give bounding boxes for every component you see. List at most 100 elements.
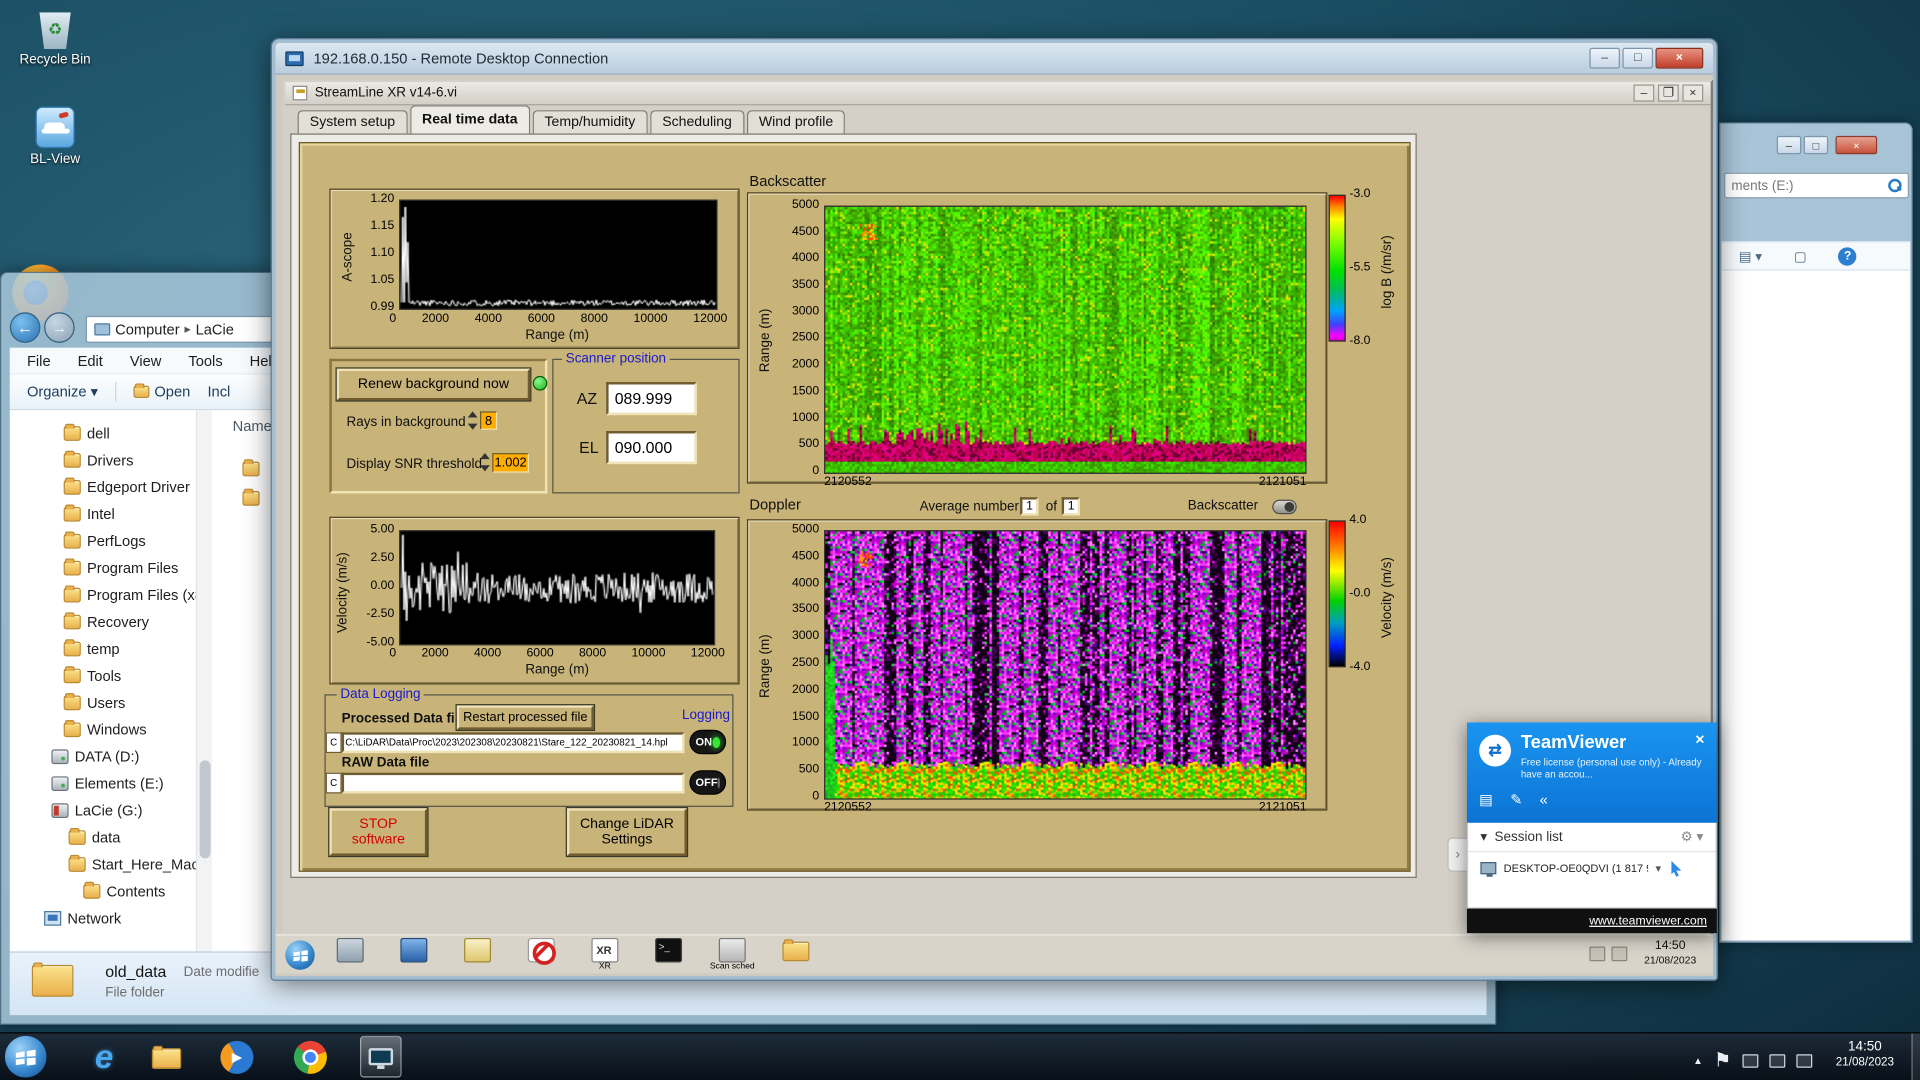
monitors-icon[interactable]: ▤ <box>1479 791 1493 808</box>
tree-item[interactable]: Intel <box>10 501 196 528</box>
tree-item[interactable]: Tools <box>10 662 196 689</box>
media-player-icon[interactable]: ▶ <box>220 1041 253 1074</box>
close-button[interactable]: × <box>1682 84 1703 101</box>
tree-item[interactable]: Users <box>10 689 196 716</box>
tree-item[interactable]: Drivers <box>10 447 196 474</box>
tab[interactable]: Temp/humidity <box>532 110 647 133</box>
show-desktop-button[interactable] <box>1911 1033 1920 1080</box>
show-hidden-icons-button[interactable]: ▲ <box>1693 1055 1703 1066</box>
tree-item[interactable]: Program Files (x8 <box>10 582 196 609</box>
tab[interactable]: Scheduling <box>650 110 744 133</box>
processed-logging-toggle[interactable]: ON <box>689 730 726 754</box>
tray-keyboard-icon[interactable] <box>1742 1054 1758 1067</box>
tree-item[interactable]: Contents <box>10 878 196 905</box>
start-button[interactable] <box>5 1036 47 1078</box>
remote-taskbar-icon[interactable] <box>329 938 371 972</box>
remote-clock[interactable]: 14:50 21/08/2023 <box>1635 939 1706 966</box>
tab[interactable]: System setup <box>298 110 408 133</box>
rdp-titlebar[interactable]: 192.168.0.150 - Remote Desktop Connectio… <box>276 43 1714 75</box>
tree-item[interactable]: data <box>10 824 196 851</box>
remote-taskbar-icon[interactable] <box>775 938 817 972</box>
tree-item[interactable]: PerfLogs <box>10 528 196 555</box>
tree-item[interactable]: DATA (D:) <box>10 743 196 770</box>
minimize-button[interactable]: – <box>1777 136 1801 154</box>
tree-item[interactable]: LaCie (G:) <box>10 797 196 824</box>
host-clock[interactable]: 14:50 21/08/2023 <box>1820 1038 1911 1070</box>
panel-expander[interactable]: › <box>1447 838 1467 872</box>
gear-icon[interactable]: ⚙ ▾ <box>1681 829 1704 845</box>
session-list-row[interactable]: ▾ Session list ⚙ ▾ <box>1468 823 1715 852</box>
az-value[interactable]: 089.999 <box>606 382 697 415</box>
change-lidar-settings-button[interactable]: Change LiDARSettings <box>567 808 687 856</box>
tools-icon[interactable]: ✎ <box>1510 791 1522 808</box>
breadcrumb-folder[interactable]: LaCie <box>196 321 234 338</box>
caret-down-icon[interactable]: ▾ <box>1656 861 1662 874</box>
restart-processed-file-button[interactable]: Restart processed file <box>457 705 594 729</box>
menu-item[interactable]: View <box>130 352 162 369</box>
teamviewer-link[interactable]: www.teamviewer.com <box>1589 914 1707 927</box>
snr-value[interactable]: 1.002 <box>492 453 529 473</box>
tab[interactable]: Wind profile <box>747 110 846 133</box>
close-button[interactable]: × <box>1656 48 1704 69</box>
tree-item[interactable]: dell <box>10 420 196 447</box>
app-titlebar[interactable]: StreamLine XR v14-6.vi – ❐ × <box>285 82 1710 105</box>
backscatter-toggle[interactable] <box>1272 500 1296 515</box>
remote-cursor-icon[interactable] <box>1668 860 1683 877</box>
processed-drive-box[interactable]: C <box>326 732 342 753</box>
desktop-icon[interactable]: Recycle Bin <box>15 7 96 67</box>
minimize-button[interactable]: – <box>1589 48 1620 69</box>
remote-start-button[interactable] <box>285 940 314 969</box>
processed-path-field[interactable]: C:\LiDAR\Data\Proc\2023\202308\20230821\… <box>342 732 685 753</box>
tree-item[interactable]: Start_Here_Mac <box>10 851 196 878</box>
view-button[interactable]: ▤ ▾ <box>1739 248 1762 264</box>
tree-item[interactable]: Network <box>10 905 196 932</box>
tree-item[interactable]: temp <box>10 636 196 663</box>
raw-path-field[interactable] <box>342 773 685 794</box>
tree-scrollbar[interactable] <box>196 410 212 951</box>
tree-item[interactable]: Windows <box>10 716 196 743</box>
column-header-name[interactable]: Name <box>233 418 272 435</box>
minimize-button[interactable]: – <box>1633 84 1654 101</box>
close-button[interactable]: × <box>1836 136 1878 154</box>
remote-taskbar-icon[interactable] <box>648 938 690 972</box>
tree-item[interactable]: Program Files <box>10 555 196 582</box>
close-icon[interactable]: × <box>1695 730 1704 748</box>
chrome-icon[interactable] <box>294 1041 327 1074</box>
tree-item[interactable]: Elements (E:) <box>10 770 196 797</box>
breadcrumb-root[interactable]: Computer <box>115 321 180 338</box>
remote-taskbar-icon[interactable] <box>393 938 435 972</box>
tray-network-icon[interactable] <box>1611 947 1627 962</box>
scrollbar-thumb[interactable] <box>200 760 211 858</box>
remote-taskbar-icon[interactable] <box>457 938 499 972</box>
tab[interactable]: Real time data <box>410 105 530 133</box>
maximize-button[interactable]: □ <box>1622 48 1653 69</box>
el-value[interactable]: 090.000 <box>606 431 697 464</box>
rays-value[interactable]: 8 <box>480 411 497 429</box>
raw-logging-toggle[interactable]: OFF <box>689 770 726 794</box>
rays-spinner[interactable] <box>467 411 478 429</box>
forward-button[interactable]: → <box>44 312 75 343</box>
tree-item[interactable]: Edgeport Driver <box>10 474 196 501</box>
search-input[interactable]: ments (E:) <box>1724 173 1909 199</box>
tree-item[interactable]: Recovery <box>10 609 196 636</box>
remote-taskbar-icon[interactable]: XR <box>584 938 626 972</box>
average-of-value[interactable]: 1 <box>1062 497 1080 515</box>
tray-volume-icon[interactable] <box>1589 947 1605 962</box>
rdp-taskbar-button[interactable] <box>360 1036 402 1078</box>
organize-button[interactable]: Organize ▾ <box>27 383 98 400</box>
renew-background-button[interactable]: Renew background now <box>337 369 530 401</box>
desktop-icon[interactable]: BL-View <box>15 107 96 167</box>
maximize-button[interactable]: □ <box>1804 136 1828 154</box>
snr-spinner[interactable] <box>479 453 490 471</box>
raw-drive-box[interactable]: C <box>326 773 342 794</box>
remote-taskbar-icon[interactable] <box>520 938 562 972</box>
preview-button[interactable]: ▢ <box>1794 248 1807 264</box>
internet-explorer-icon[interactable]: e <box>86 1037 123 1076</box>
help-icon[interactable]: ? <box>1838 247 1856 265</box>
action-center-icon[interactable]: ⚑ <box>1714 1048 1732 1072</box>
device-row[interactable]: DESKTOP-OE0QDVI (1 817 937 ▾ <box>1468 852 1715 884</box>
tray-volume-icon[interactable] <box>1796 1054 1812 1067</box>
menu-item[interactable]: Tools <box>188 352 222 369</box>
remote-taskbar-icon[interactable]: Scan sched <box>711 938 753 972</box>
average-number-value[interactable]: 1 <box>1020 497 1038 515</box>
